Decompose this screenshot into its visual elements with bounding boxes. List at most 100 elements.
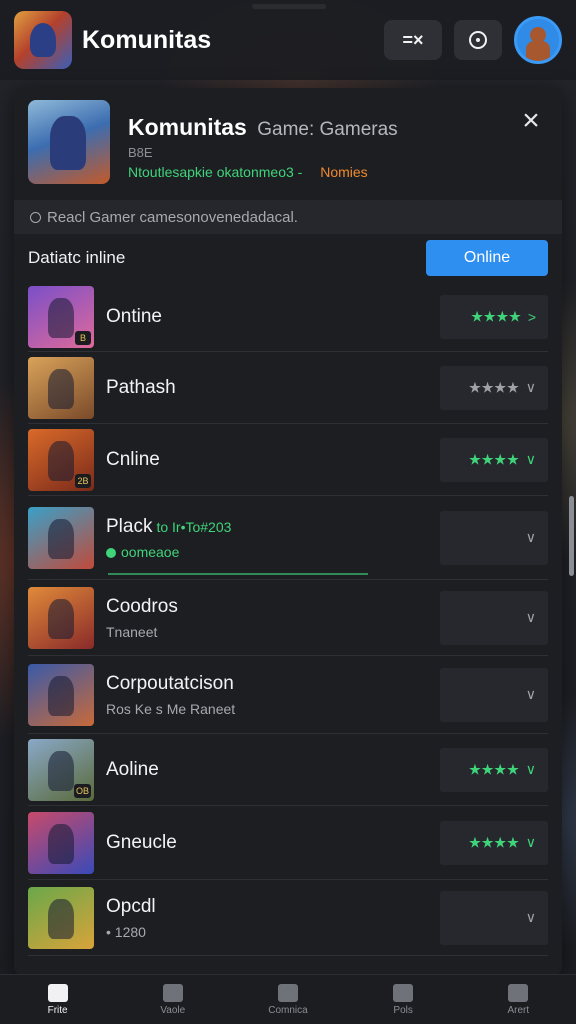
rating-dropdown[interactable]: ★★★★ ∨ xyxy=(440,820,548,865)
panel-meta-orange[interactable]: Nomies xyxy=(320,164,367,180)
list-item[interactable]: Opcdl • 1280 ∨ xyxy=(28,880,548,956)
list-item[interactable]: Pathash ★★★★ ∨ xyxy=(28,352,548,424)
online-dot-icon xyxy=(106,547,116,558)
chevron-down-icon: ∨ xyxy=(525,451,536,467)
list-item[interactable]: Corpoutatcison Ros Ke s Me Raneet ∨ xyxy=(28,656,548,734)
app-logo xyxy=(14,11,72,69)
panel-small-text: B8E xyxy=(128,145,153,160)
game-thumbnail xyxy=(28,356,94,419)
list-item-title-text: Ontine xyxy=(106,305,162,327)
rating-dropdown[interactable]: ∨ xyxy=(440,590,548,645)
app-bar: Komunitas =× xyxy=(0,0,576,80)
rating-stars: ★★★★ xyxy=(469,379,520,395)
app-title: Komunitas xyxy=(82,25,212,54)
community-thumbnail xyxy=(28,100,110,184)
filter-button[interactable]: =× xyxy=(384,20,442,60)
nav-item-comnica[interactable]: Comnica xyxy=(248,983,328,1016)
list-item-title-text: Opcdl xyxy=(106,895,156,917)
nav-item-label: Vaole xyxy=(160,1004,186,1016)
list-item-title: Corpoutatcison xyxy=(106,673,440,695)
list-item-body: Cnline xyxy=(106,449,440,471)
rating-dropdown[interactable]: ★★★★ ∨ xyxy=(440,437,548,482)
list-item[interactable]: B Ontine ★★★★ > xyxy=(28,282,548,352)
app-bar-actions: =× xyxy=(384,16,562,64)
rating-stars: ★★★★ xyxy=(469,451,520,467)
list-item-title-text: Corpoutatcison xyxy=(106,672,234,694)
close-icon: × xyxy=(522,104,540,137)
rating-dropdown[interactable]: ★★★★ ∨ xyxy=(440,747,548,792)
list-item-body: Corpoutatcison Ros Ke s Me Raneet xyxy=(106,673,440,717)
list-item-title: Aoline xyxy=(106,759,440,781)
nav-item-pols[interactable]: Pols xyxy=(363,983,443,1016)
list-item-title-text: Cnline xyxy=(106,448,160,470)
list-item-title: Opcdl xyxy=(106,896,440,918)
list-item-body: Plack to Ir•To#203 oomeaoe xyxy=(106,516,440,560)
list-item[interactable]: Gneucle ★★★★ ∨ xyxy=(28,806,548,880)
chevron-down-icon: ∨ xyxy=(525,529,536,545)
panel-meta-green: Ntoutlesapkie okatonmeo3 - xyxy=(128,164,303,180)
game-thumbnail: 2B xyxy=(28,428,94,491)
filter-icon: =× xyxy=(402,29,424,50)
thumbnail-badge: OB xyxy=(73,783,91,798)
panel-meta: Ntoutlesapkie okatonmeo3 - Nomies xyxy=(128,164,398,180)
list-item-inline-status: to Ir•To#203 xyxy=(156,518,232,535)
rating-stars: ★★★★ xyxy=(469,834,520,850)
nav-item-label: Comnica xyxy=(268,1004,308,1016)
rating-dropdown[interactable]: ★★★★ > xyxy=(440,294,548,339)
list-item-body: Opcdl • 1280 xyxy=(106,896,440,940)
chevron-down-icon: ∨ xyxy=(525,686,536,702)
game-thumbnail xyxy=(28,811,94,874)
list-item-subtitle-text: oomeaoe xyxy=(121,543,180,560)
chevron-down-icon: > xyxy=(527,308,536,325)
nav-item-label: Pols xyxy=(393,1004,413,1016)
list-item-subtitle-text: Ros Ke s Me Raneet xyxy=(106,700,236,717)
list-item-body: Gneucle xyxy=(106,832,440,854)
chevron-down-icon: ∨ xyxy=(525,379,536,395)
close-button[interactable]: × xyxy=(516,106,546,136)
flag-icon xyxy=(162,983,183,1002)
list-item-subtitle: oomeaoe xyxy=(106,544,440,560)
list-item[interactable]: OB Aoline ★★★★ ∨ xyxy=(28,734,548,806)
scrollbar[interactable] xyxy=(569,496,574,576)
list-item-body: Pathash xyxy=(106,377,440,399)
list-item-subtitle: Tnaneet xyxy=(106,624,440,640)
rating-stars: ★★★★ xyxy=(471,308,522,324)
chevron-down-icon: ∨ xyxy=(525,761,536,777)
search-icon xyxy=(277,983,298,1002)
activity-progress-line xyxy=(108,573,368,575)
section-title: Datiatc inline xyxy=(28,248,126,267)
member-list: B Ontine ★★★★ > Pathash ★★★★ ∨ 2B Cnline ★★★★ ∨ Pla… xyxy=(14,282,562,956)
list-item[interactable]: Coodros Tnaneet ∨ xyxy=(28,580,548,656)
list-item-title: Gneucle xyxy=(106,832,440,854)
list-item-title: Ontine xyxy=(106,306,440,328)
chevron-down-icon: ∨ xyxy=(525,609,536,625)
thumbnail-badge: 2B xyxy=(75,473,91,488)
target-button[interactable] xyxy=(454,20,502,60)
list-item-title-text: Pathash xyxy=(106,376,176,398)
list-item-subtitle-text: • 1280 xyxy=(106,923,146,940)
game-thumbnail xyxy=(28,663,94,726)
section-header: Datiatc inline Online xyxy=(14,234,562,282)
list-item-body: Coodros Tnaneet xyxy=(106,596,440,640)
user-avatar[interactable] xyxy=(514,16,562,64)
nav-item-vaole[interactable]: Vaole xyxy=(133,983,213,1016)
nav-item-arert[interactable]: Arert xyxy=(478,983,558,1016)
list-item[interactable]: Plack to Ir•To#203 oomeaoe ∨ xyxy=(28,496,548,580)
online-button[interactable]: Online xyxy=(426,240,548,276)
notice-bar: Reacl Gamer camesonovenedadacal. xyxy=(14,200,562,234)
panel-title-sub: Game: Gameras xyxy=(257,119,398,140)
gallery-icon xyxy=(393,983,414,1002)
game-thumbnail: OB xyxy=(28,738,94,801)
rating-dropdown[interactable]: ∨ xyxy=(440,890,548,945)
nav-item-frite[interactable]: Frite xyxy=(18,983,98,1016)
rating-dropdown[interactable]: ∨ xyxy=(440,510,548,565)
chevron-down-icon: ∨ xyxy=(525,834,536,850)
list-item-title: Coodros xyxy=(106,596,440,618)
game-thumbnail xyxy=(28,586,94,649)
panel-header: Komunitas Game: Gameras B8E Ntoutlesapki… xyxy=(14,88,562,200)
bottom-nav: Frite Vaole Comnica Pols Arert xyxy=(0,974,576,1024)
list-item[interactable]: 2B Cnline ★★★★ ∨ xyxy=(28,424,548,496)
list-item-subtitle: Ros Ke s Me Raneet xyxy=(106,701,440,717)
rating-dropdown[interactable]: ★★★★ ∨ xyxy=(440,365,548,410)
rating-dropdown[interactable]: ∨ xyxy=(440,667,548,722)
